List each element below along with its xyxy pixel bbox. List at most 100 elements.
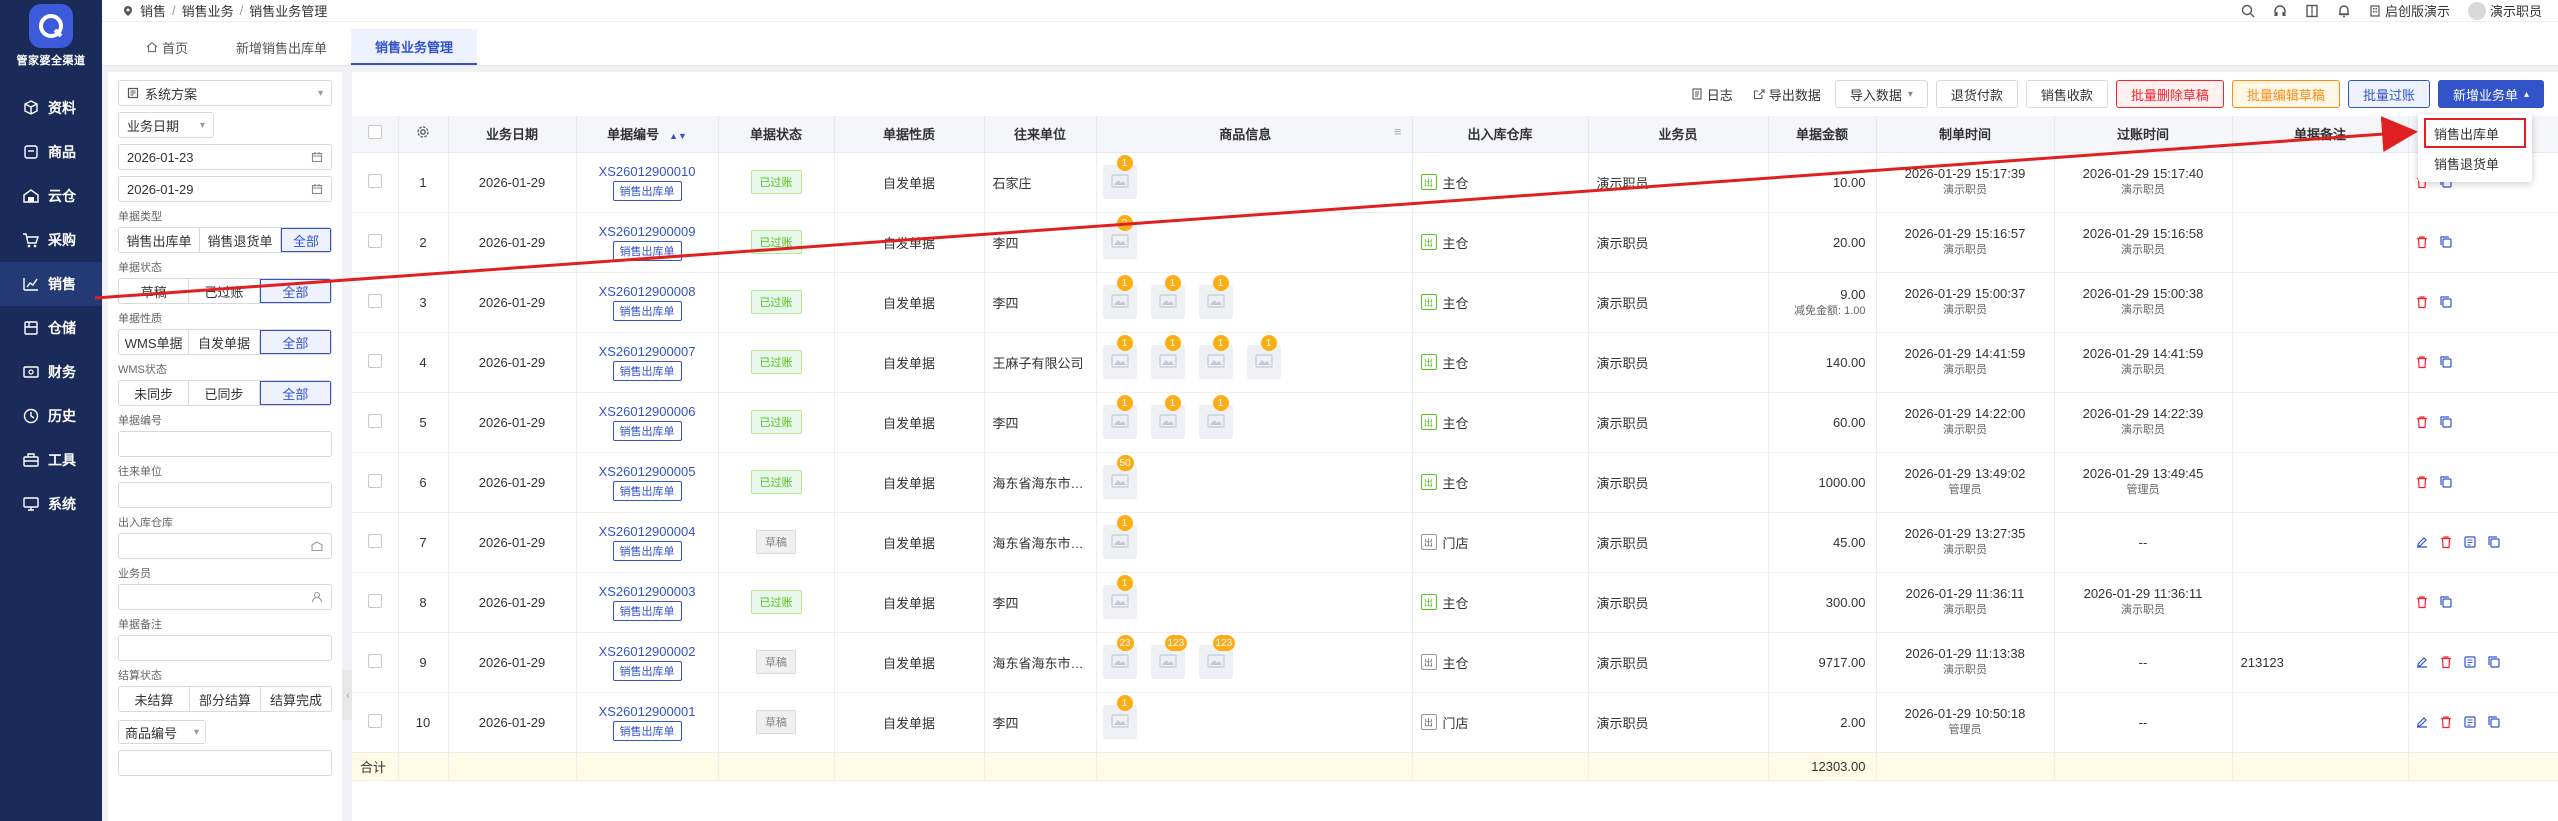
sidebar-item-toolbox[interactable]: 工具 <box>0 438 102 482</box>
wms-option[interactable]: 已同步 <box>189 381 260 405</box>
goods-thumbnail[interactable]: 1 <box>1102 395 1137 439</box>
log-button[interactable]: 日志 <box>1685 85 1739 104</box>
goods-thumbnail[interactable]: 50 <box>1102 455 1137 499</box>
partner-input[interactable] <box>118 482 332 508</box>
doc-no-link[interactable]: XS26012900001 <box>577 704 718 719</box>
doc-nature-option[interactable]: 全部 <box>259 330 331 354</box>
goods-thumbnail[interactable]: 1 <box>1198 275 1233 319</box>
table-row[interactable]: 10 2026-01-29 XS26012900001 销售出库单 草稿 自发单据 李四 1 出… <box>352 692 2558 753</box>
batch-post-button[interactable]: 批量过账 <box>2347 80 2430 108</box>
col-goods[interactable]: 商品信息 ≡ <box>1096 116 1413 153</box>
doc-no-link[interactable]: XS26012900006 <box>577 404 718 419</box>
delete-icon[interactable] <box>2415 355 2429 369</box>
edit-icon[interactable] <box>2415 535 2429 549</box>
delete-icon[interactable] <box>2415 295 2429 309</box>
col-amount[interactable]: 单据金额 <box>1768 116 1877 153</box>
copy-icon[interactable] <box>2439 235 2453 249</box>
table-row[interactable]: 7 2026-01-29 XS26012900004 销售出库单 草稿 自发单据 海东省海东… <box>352 512 2558 573</box>
wms-option[interactable]: 全部 <box>259 381 331 405</box>
user-picker-icon[interactable] <box>311 591 323 603</box>
receive-button[interactable]: 销售收款 <box>2025 80 2108 108</box>
doc-nature-option[interactable]: WMS单据 <box>119 330 190 354</box>
copy-icon[interactable] <box>2439 295 2453 309</box>
batch-edit-draft-button[interactable]: 批量编辑草稿 <box>2231 80 2340 108</box>
column-menu-icon[interactable]: ≡ <box>1394 124 1402 139</box>
remark-input[interactable] <box>118 635 332 661</box>
sidebar-item-warehouse[interactable]: 仓储 <box>0 306 102 350</box>
goods-thumbnail[interactable]: 1 <box>1102 695 1137 739</box>
scheme-select[interactable]: 系统方案 ▾ <box>118 80 332 106</box>
sidebar-item-cart[interactable]: 采购 <box>0 218 102 262</box>
delete-icon[interactable] <box>2439 535 2453 549</box>
col-made-time[interactable]: 制单时间 <box>1876 116 2055 153</box>
tab-new-sales-out[interactable]: 新增销售出库单 <box>212 29 351 65</box>
sort-icon[interactable]: ▲▼ <box>669 131 687 141</box>
app-logo[interactable] <box>29 4 73 48</box>
doc-no-link[interactable]: XS26012900010 <box>577 164 718 179</box>
account-switch[interactable]: 启创版演示 <box>2369 1 2450 20</box>
row-checkbox[interactable] <box>367 593 382 608</box>
goods-thumbnail[interactable]: 1 <box>1102 335 1137 379</box>
doc-no-link[interactable]: XS26012900007 <box>577 344 718 359</box>
sidebar-item-box[interactable]: 商品 <box>0 130 102 174</box>
sidebar-item-finance[interactable]: 财务 <box>0 350 102 394</box>
search-icon[interactable] <box>2241 4 2255 18</box>
col-doc-no[interactable]: 单据编号 ▲▼ <box>576 116 719 153</box>
doc-type-option[interactable]: 销售出库单 <box>119 228 200 252</box>
date-type-select[interactable]: 业务日期 ▾ <box>118 112 214 138</box>
bell-icon[interactable] <box>2337 4 2351 18</box>
goods-no-input[interactable] <box>118 750 332 776</box>
col-warehouse[interactable]: 出入库仓库 <box>1412 116 1589 153</box>
doc-no-link[interactable]: XS26012900008 <box>577 284 718 299</box>
settle-option[interactable]: 结算完成 <box>261 687 331 711</box>
batch-delete-draft-button[interactable]: 批量删除草稿 <box>2115 80 2224 108</box>
tab-sales-business[interactable]: 销售业务管理 <box>351 29 478 65</box>
doc-no-link[interactable]: XS26012900002 <box>577 644 718 659</box>
edit-icon[interactable] <box>2415 655 2429 669</box>
col-date[interactable]: 业务日期 <box>448 116 577 153</box>
table-row[interactable]: 6 2026-01-29 XS26012900005 销售出库单 已过账 自发单据 海东省海… <box>352 452 2558 513</box>
goods-thumbnail[interactable]: 1 <box>1150 395 1185 439</box>
goods-thumbnail[interactable]: 23 <box>1102 635 1137 679</box>
sidebar-item-sales-chart[interactable]: 销售 <box>0 262 102 306</box>
goods-thumbnail[interactable]: 1 <box>1150 275 1185 319</box>
breadcrumb-item[interactable]: 销售 <box>140 1 166 20</box>
delete-icon[interactable] <box>2415 415 2429 429</box>
row-checkbox[interactable] <box>367 173 382 188</box>
doc-type-option[interactable]: 全部 <box>281 228 331 252</box>
sidebar-item-cloud-warehouse[interactable]: 云仓 <box>0 174 102 218</box>
copy-icon[interactable] <box>2439 475 2453 489</box>
copy-icon[interactable] <box>2439 355 2453 369</box>
import-button[interactable]: 导入数据 ▾ <box>1834 80 1928 108</box>
headset-icon[interactable] <box>2273 4 2287 18</box>
goods-thumbnail[interactable]: 1 <box>1150 335 1185 379</box>
edit-icon[interactable] <box>2415 715 2429 729</box>
col-partner[interactable]: 往来单位 <box>984 116 1097 153</box>
row-checkbox[interactable] <box>367 533 382 548</box>
breadcrumb-item[interactable]: 销售业务 <box>182 1 234 20</box>
row-checkbox[interactable] <box>367 233 382 248</box>
gear-icon[interactable] <box>416 125 430 139</box>
warehouse-picker-icon[interactable] <box>311 540 323 552</box>
goods-thumbnail[interactable]: 123 <box>1198 635 1236 679</box>
col-status[interactable]: 单据状态 <box>718 116 835 153</box>
doc-status-option[interactable]: 草稿 <box>119 279 190 303</box>
user-menu[interactable]: 演示职员 <box>2467 1 2542 20</box>
goods-thumbnail[interactable]: 2 <box>1102 215 1137 259</box>
table-row[interactable]: 5 2026-01-29 XS26012900006 销售出库单 已过账 自发单据 李四 1 1… <box>352 392 2558 453</box>
col-post-time[interactable]: 过账时间 <box>2054 116 2233 153</box>
tab-home[interactable]: 首页 <box>122 29 212 65</box>
table-row[interactable]: 3 2026-01-29 XS26012900008 销售出库单 已过账 自发单据 李四 1 1… <box>352 272 2558 333</box>
col-remark[interactable]: 单据备注 <box>2232 116 2409 153</box>
settle-option[interactable]: 未结算 <box>119 687 190 711</box>
table-row[interactable]: 8 2026-01-29 XS26012900003 销售出库单 已过账 自发单据 李四 1 出… <box>352 572 2558 633</box>
doc-status-option[interactable]: 全部 <box>259 279 331 303</box>
post-icon[interactable] <box>2463 715 2477 729</box>
goods-thumbnail[interactable]: 1 <box>1102 275 1137 319</box>
delete-icon[interactable] <box>2415 595 2429 609</box>
goods-thumbnail[interactable]: 1 <box>1102 155 1137 199</box>
dropdown-item-sales-out[interactable]: 销售出库单 <box>2424 118 2526 148</box>
salesman-input[interactable] <box>118 584 332 610</box>
goods-thumbnail[interactable]: 1 <box>1198 335 1233 379</box>
row-checkbox[interactable] <box>367 293 382 308</box>
